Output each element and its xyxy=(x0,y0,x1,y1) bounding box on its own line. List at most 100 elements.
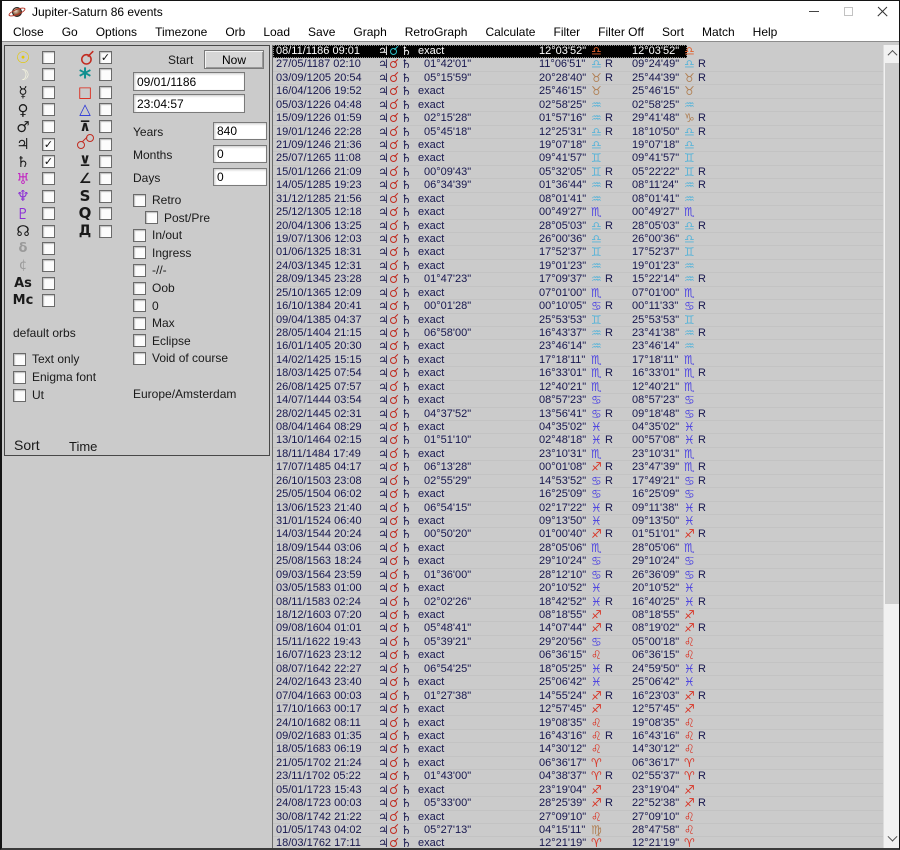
event-row[interactable]: 23/11/1702 05:22♃♄01°43'00"04°38'37"♈R02… xyxy=(273,770,883,783)
moon-checkbox[interactable] xyxy=(42,68,55,81)
event-row[interactable]: 18/12/1603 07:20♃♄exact08°18'55"♐08°18'5… xyxy=(273,609,883,622)
menu-item-orb[interactable]: Orb xyxy=(216,23,254,41)
minimize-button[interactable] xyxy=(797,2,831,22)
oob-checkbox[interactable] xyxy=(133,282,146,295)
trine-checkbox[interactable] xyxy=(99,103,112,116)
event-row[interactable]: 28/09/1345 23:28♃♄01°47'23"17°09'37"♒R15… xyxy=(273,273,883,286)
neptune-checkbox[interactable] xyxy=(42,190,55,203)
event-row[interactable]: 24/10/1682 08:11♃♄exact19°08'35"♌19°08'3… xyxy=(273,717,883,730)
chiron-checkbox[interactable] xyxy=(42,242,55,255)
eclipse-checkbox[interactable] xyxy=(133,334,146,347)
text-only-checkbox[interactable] xyxy=(13,353,26,366)
conjunction-checkbox[interactable]: ✓ xyxy=(99,51,112,64)
quincunx-checkbox[interactable] xyxy=(99,120,112,133)
event-row[interactable]: 17/10/1663 00:17♃♄exact12°57'45"♐12°57'4… xyxy=(273,703,883,716)
event-row[interactable]: 09/04/1385 04:37♃♄exact25°53'53"♊25°53'5… xyxy=(273,314,883,327)
event-row[interactable]: 08/04/1464 08:29♃♄exact04°35'02"♓04°35'0… xyxy=(273,421,883,434)
event-row[interactable]: 15/01/1266 21:09♃♄00°09'43"05°32'05"♊R05… xyxy=(273,166,883,179)
start-date-input[interactable] xyxy=(133,72,245,91)
event-row[interactable]: 31/01/1524 06:40♃♄exact09°13'50"♓09°13'5… xyxy=(273,515,883,528)
ascendant-checkbox[interactable] xyxy=(42,277,55,290)
opposition-checkbox[interactable] xyxy=(99,138,112,151)
event-row[interactable]: 24/03/1345 12:31♃♄exact19°01'23"♒19°01'2… xyxy=(273,260,883,273)
menu-item-help[interactable]: Help xyxy=(744,23,787,41)
event-row[interactable]: 03/09/1205 20:54♃♄05°15'59"20°28'40"♉R25… xyxy=(273,72,883,85)
venus-checkbox[interactable] xyxy=(42,103,55,116)
maximize-button[interactable] xyxy=(831,2,865,22)
event-row[interactable]: 05/01/1723 15:43♃♄exact23°19'04"♐23°19'0… xyxy=(273,784,883,797)
event-row[interactable]: 16/01/1405 20:30♃♄exact23°46'14"♒23°46'1… xyxy=(273,340,883,353)
zero-checkbox[interactable] xyxy=(133,299,146,312)
menu-item-match[interactable]: Match xyxy=(693,23,744,41)
void-of-course-checkbox[interactable] xyxy=(133,352,146,365)
event-row[interactable]: 18/05/1683 06:19♃♄exact14°30'12"♌14°30'1… xyxy=(273,743,883,756)
event-row[interactable]: 19/01/1246 22:28♃♄05°45'18"12°25'31"♎R18… xyxy=(273,126,883,139)
event-row[interactable]: 14/02/1425 15:15♃♄exact17°18'11"♏17°18'1… xyxy=(273,354,883,367)
post-pre-checkbox[interactable] xyxy=(145,211,158,224)
event-row[interactable]: 27/05/1187 02:10♃♄01°42'01"11°06'51"♎R09… xyxy=(273,58,883,71)
menu-item-close[interactable]: Close xyxy=(4,23,53,41)
event-row[interactable]: 31/12/1285 21:56♃♄exact08°01'41"♒08°01'4… xyxy=(273,193,883,206)
event-row[interactable]: 07/04/1663 00:03♃♄01°27'38"14°55'24"♐R16… xyxy=(273,690,883,703)
event-row[interactable]: 21/09/1246 21:36♃♄exact19°07'18"♎19°07'1… xyxy=(273,139,883,152)
event-row[interactable]: 25/08/1563 18:24♃♄exact29°10'24"♋29°10'2… xyxy=(273,555,883,568)
sun-checkbox[interactable] xyxy=(42,51,55,64)
event-row[interactable]: 18/03/1425 07:54♃♄exact16°33'01"♏R16°33'… xyxy=(273,367,883,380)
mercury-checkbox[interactable] xyxy=(42,86,55,99)
menu-item-timezone[interactable]: Timezone xyxy=(146,23,216,41)
sextile-checkbox[interactable] xyxy=(99,68,112,81)
event-row[interactable]: 05/03/1226 04:48♃♄exact02°58'25"♒02°58'2… xyxy=(273,99,883,112)
menu-item-save[interactable]: Save xyxy=(299,23,344,41)
scrollbar-thumb[interactable] xyxy=(885,63,899,604)
event-row[interactable]: 08/11/1583 02:24♃♄02°02'26"18°42'52"♓R16… xyxy=(273,596,883,609)
event-row[interactable]: 19/07/1306 12:03♃♄exact26°00'36"♎26°00'3… xyxy=(273,233,883,246)
event-row[interactable]: 18/09/1544 03:06♃♄exact28°05'06"♏28°05'0… xyxy=(273,542,883,555)
event-row[interactable]: 20/04/1306 13:25♃♄exact28°05'03"♎R28°05'… xyxy=(273,220,883,233)
event-row[interactable]: 15/11/1622 19:43♃♄05°39'21"29°20'56"♋05°… xyxy=(273,636,883,649)
vertical-scrollbar[interactable] xyxy=(883,45,899,848)
menu-item-go[interactable]: Go xyxy=(53,23,87,41)
event-row[interactable]: 15/09/1226 01:59♃♄02°15'28"01°57'16"♒R29… xyxy=(273,112,883,125)
event-row[interactable]: 09/02/1683 01:35♃♄exact16°43'16"♌R16°43'… xyxy=(273,730,883,743)
pluto-checkbox[interactable] xyxy=(42,207,55,220)
event-row[interactable]: 25/12/1305 12:18♃♄exact00°49'27"♏00°49'2… xyxy=(273,206,883,219)
mars-checkbox[interactable] xyxy=(42,120,55,133)
biquintile-checkbox[interactable] xyxy=(99,225,112,238)
in-out-checkbox[interactable] xyxy=(133,229,146,242)
double-slash-checkbox[interactable] xyxy=(133,264,146,277)
scroll-up-button[interactable] xyxy=(884,45,900,62)
event-row[interactable]: 08/07/1642 22:27♃♄06°54'25"18°05'25"♓R24… xyxy=(273,663,883,676)
jupiter-checkbox[interactable]: ✓ xyxy=(42,138,55,151)
square-checkbox[interactable] xyxy=(99,86,112,99)
event-row[interactable]: 25/10/1365 12:09♃♄exact07°01'00"♏07°01'0… xyxy=(273,287,883,300)
semisquare-checkbox[interactable] xyxy=(99,172,112,185)
event-row[interactable]: 16/07/1623 23:12♃♄exact06°36'15"♌06°36'1… xyxy=(273,649,883,662)
midheaven-checkbox[interactable] xyxy=(42,294,55,307)
event-row[interactable]: 30/08/1742 21:22♃♄exact27°09'10"♌27°09'1… xyxy=(273,811,883,824)
event-row[interactable]: 09/03/1564 23:59♃♄01°36'00"28°12'10"♋R26… xyxy=(273,569,883,582)
event-row[interactable]: 25/05/1504 06:02♃♄exact16°25'09"♋16°25'0… xyxy=(273,488,883,501)
ingress-checkbox[interactable] xyxy=(133,246,146,259)
event-row[interactable]: 18/03/1762 17:11♃♄exact12°21'19"♈12°21'1… xyxy=(273,837,883,848)
event-row[interactable]: 14/05/1285 19:23♃♄06°34'39"01°36'44"♒R08… xyxy=(273,179,883,192)
event-row[interactable]: 24/08/1723 00:03♃♄05°33'00"28°25'39"♐R22… xyxy=(273,797,883,810)
event-row[interactable]: 01/06/1325 18:31♃♄exact17°52'37"♊17°52'3… xyxy=(273,246,883,259)
ut-checkbox[interactable] xyxy=(13,389,26,402)
event-row[interactable]: 14/03/1544 20:24♃♄00°50'20"01°00'40"♐R01… xyxy=(273,528,883,541)
menu-item-sort[interactable]: Sort xyxy=(653,23,693,41)
time-label[interactable]: Time xyxy=(69,439,97,454)
enigma-font-checkbox[interactable] xyxy=(13,371,26,384)
event-row[interactable]: 24/02/1643 23:40♃♄exact25°06'42"♓25°06'4… xyxy=(273,676,883,689)
menu-item-retrograph[interactable]: RetroGraph xyxy=(396,23,477,41)
event-row[interactable]: 26/08/1425 07:57♃♄exact12°40'21"♏12°40'2… xyxy=(273,381,883,394)
event-row[interactable]: 14/07/1444 03:54♃♄exact08°57'23"♋08°57'2… xyxy=(273,394,883,407)
close-button[interactable] xyxy=(865,2,899,22)
north-node-checkbox[interactable] xyxy=(42,225,55,238)
event-row[interactable]: 25/07/1265 11:08♃♄exact09°41'57"♊09°41'5… xyxy=(273,152,883,165)
menu-item-filter[interactable]: Filter xyxy=(544,23,589,41)
event-row[interactable]: 01/05/1743 04:02♃♄05°27'13"04°15'11"♍28°… xyxy=(273,824,883,837)
event-row[interactable]: 16/10/1384 20:41♃♄00°01'28"00°10'05"♋R00… xyxy=(273,300,883,313)
now-button[interactable]: Now xyxy=(204,50,264,69)
max-checkbox[interactable] xyxy=(133,317,146,330)
years-input[interactable] xyxy=(213,122,267,140)
